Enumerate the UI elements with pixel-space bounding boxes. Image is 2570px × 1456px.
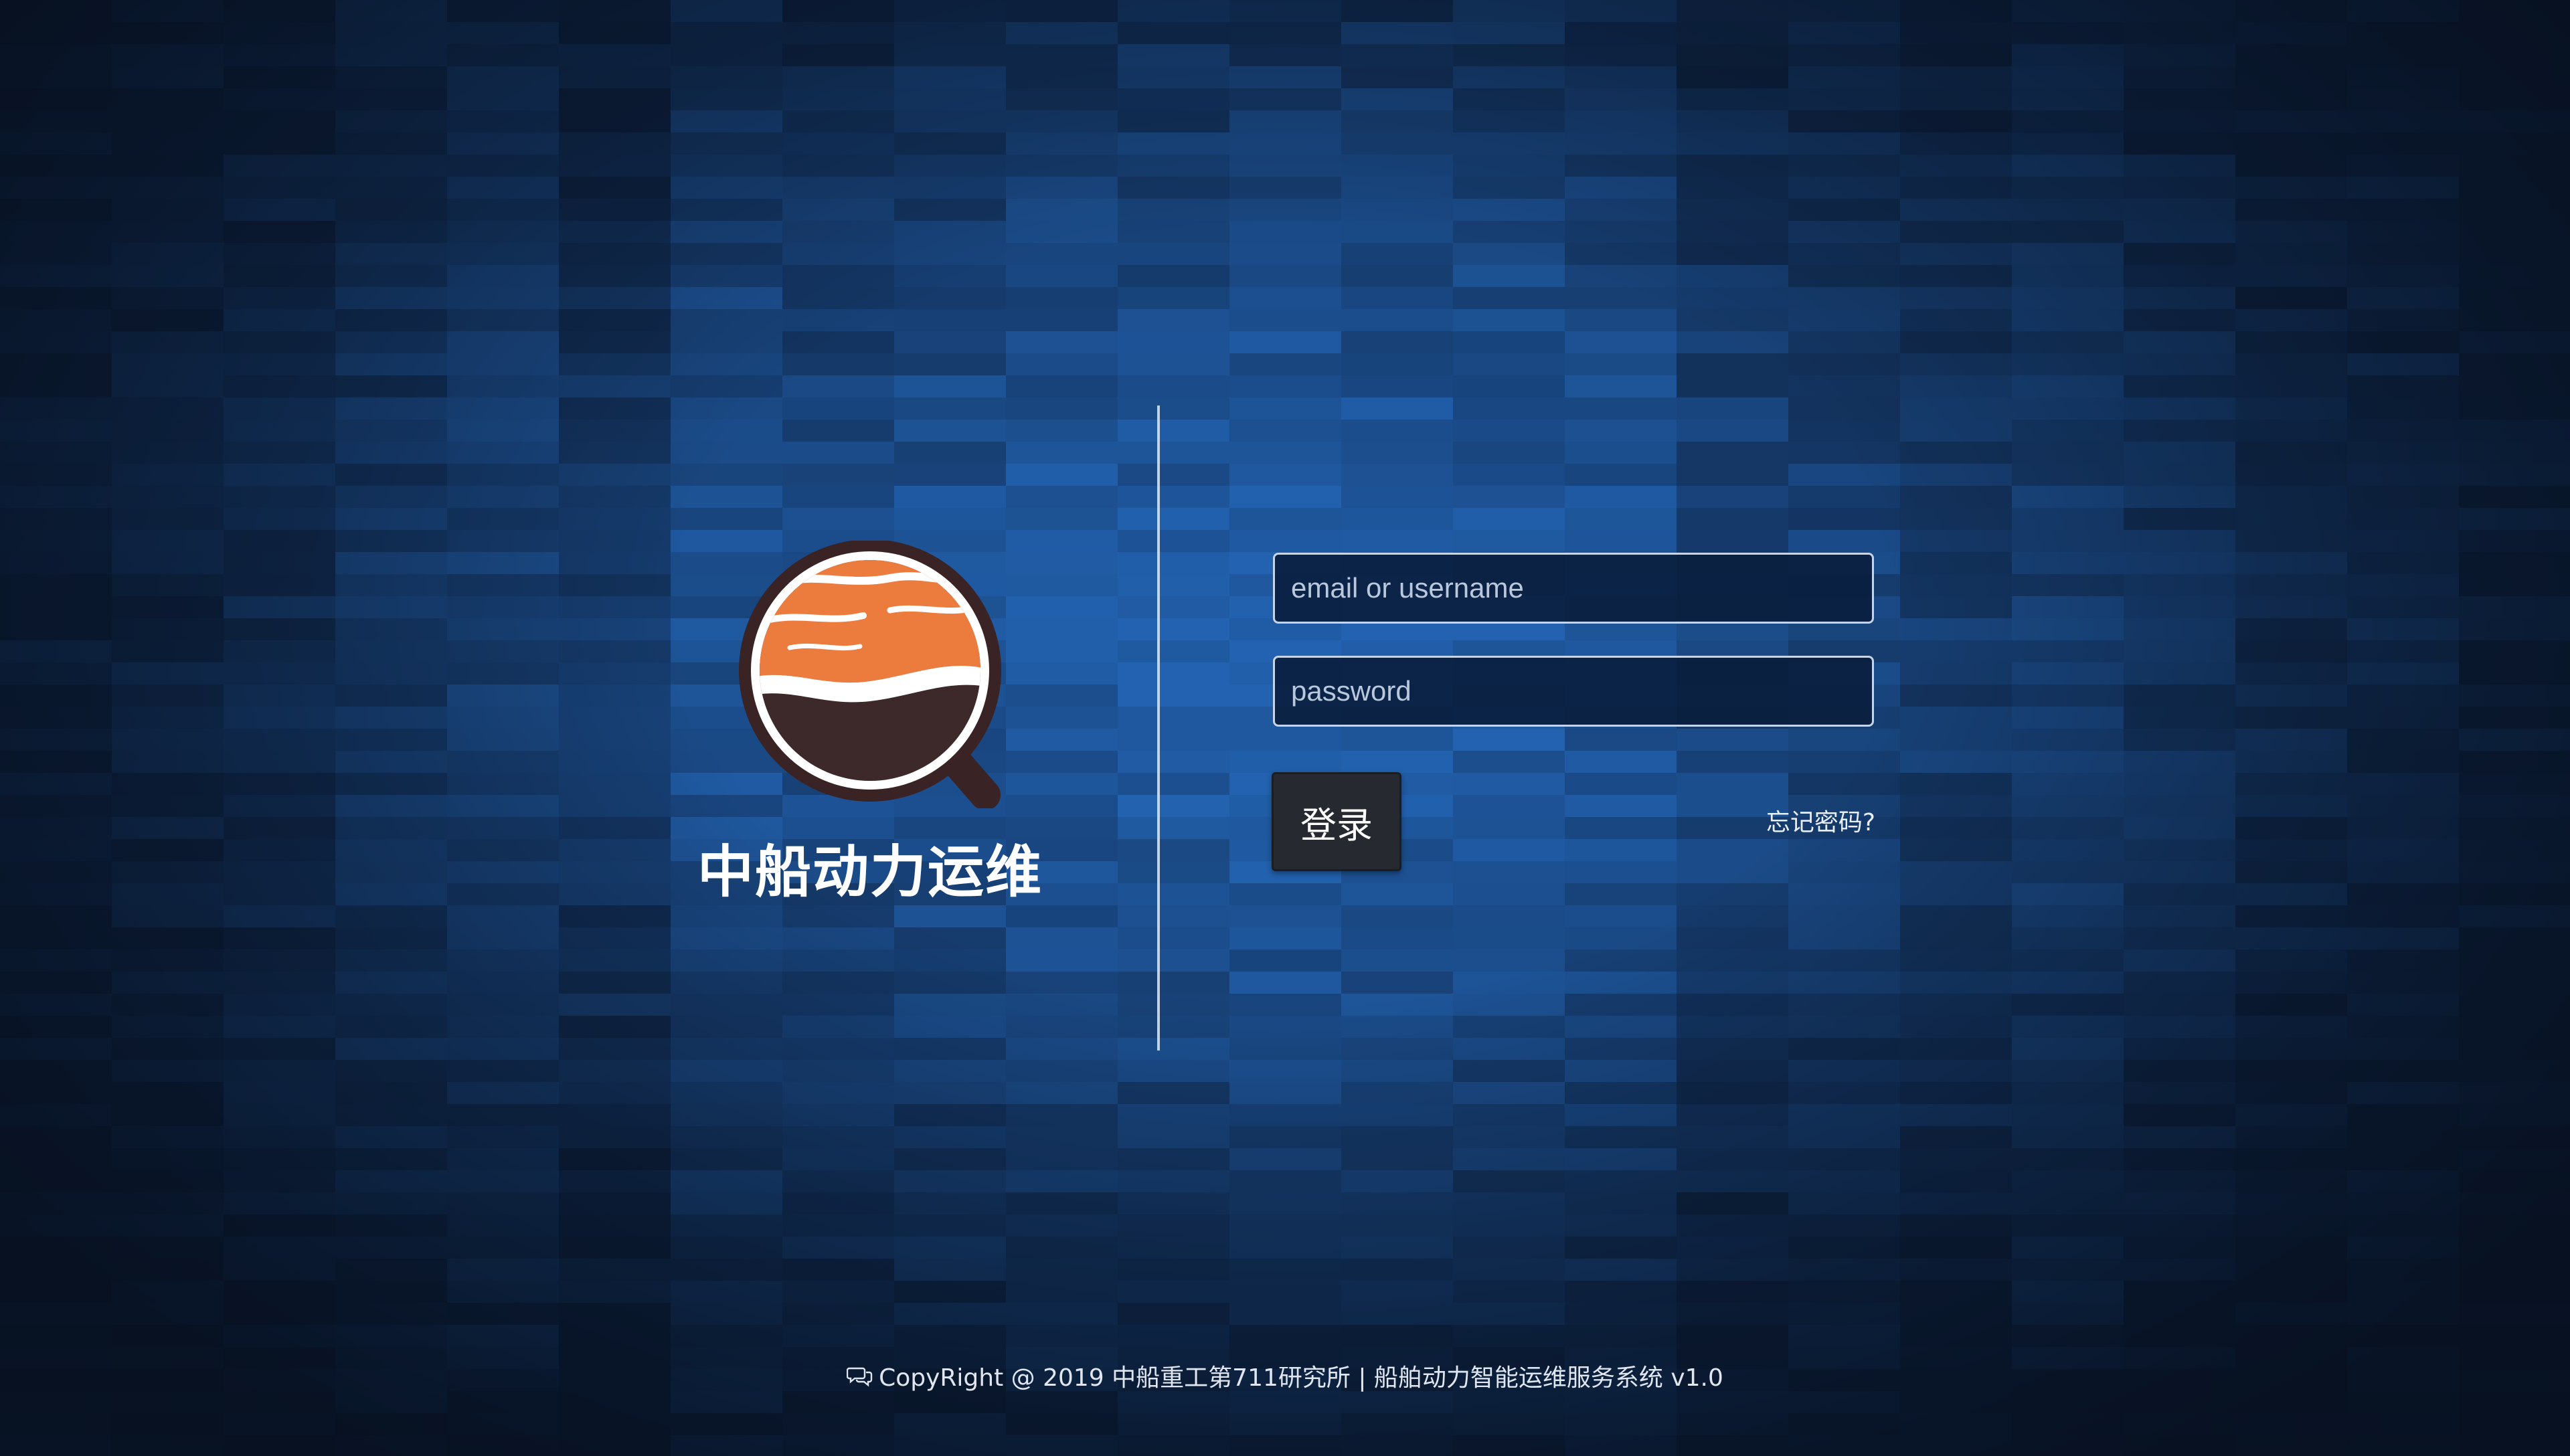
brand-block: 中船动力运维 <box>669 541 1071 905</box>
vertical-divider <box>1157 405 1160 1051</box>
footer-text: CopyRight @ 2019 中船重工第711研究所 | 船舶动力智能运维服… <box>879 1364 1723 1392</box>
brand-title: 中船动力运维 <box>697 839 1043 905</box>
forgot-password-link[interactable]: 忘记密码? <box>1740 803 1875 838</box>
chat-bubbles-icon <box>847 1367 873 1387</box>
password-input[interactable] <box>1273 656 1874 727</box>
username-input[interactable] <box>1273 553 1874 624</box>
login-button[interactable]: 登录 <box>1272 772 1401 871</box>
mosaic-background <box>0 0 2570 1456</box>
footer: CopyRight @ 2019 中船重工第711研究所 | 船舶动力智能运维服… <box>0 1358 2570 1393</box>
magnifier-sunset-icon <box>739 541 1001 808</box>
